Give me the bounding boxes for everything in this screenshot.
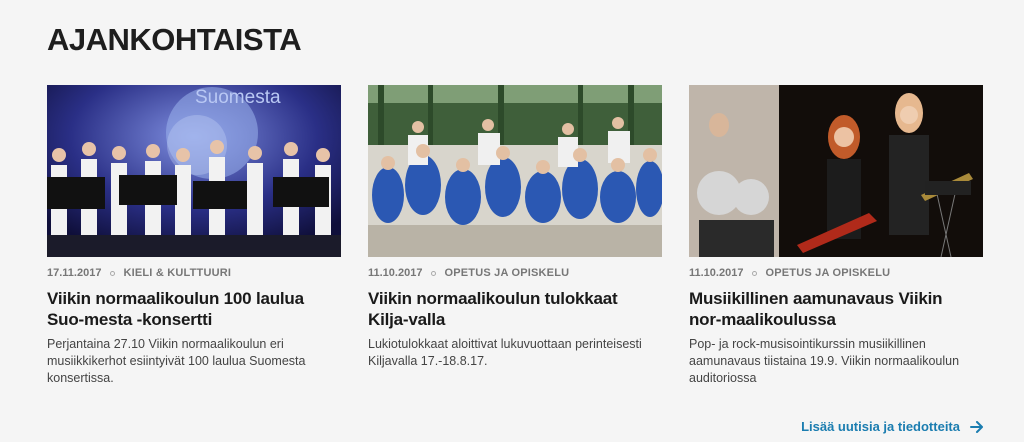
section-title: AJANKOHTAISTA bbox=[47, 22, 302, 57]
news-image-concert[interactable]: Suomesta bbox=[47, 85, 341, 257]
news-card: 11.10.2017 OPETUS JA OPISKELU Viikin nor… bbox=[368, 85, 662, 370]
separator-dot-icon bbox=[431, 270, 437, 276]
separator-dot-icon bbox=[752, 270, 758, 276]
news-image-group[interactable] bbox=[368, 85, 662, 257]
article-date: 11.10.2017 bbox=[689, 267, 744, 279]
article-category[interactable]: OPETUS JA OPISKELU bbox=[444, 267, 569, 279]
more-news-label: Lisää uutisia ja tiedotteita bbox=[801, 419, 960, 434]
article-category[interactable]: KIELI & KULTTUURI bbox=[123, 267, 231, 279]
article-title[interactable]: Musiikillinen aamunavaus Viikin nor-maal… bbox=[689, 288, 977, 330]
article-date: 11.10.2017 bbox=[368, 267, 423, 279]
news-card: Suomesta 17.11.2017 KIELI & KULTTUURI Vi… bbox=[47, 85, 341, 387]
arrow-right-icon bbox=[970, 420, 984, 433]
article-excerpt: Pop- ja rock-musisointikurssin musiikill… bbox=[689, 337, 960, 385]
separator-dot-icon bbox=[110, 270, 116, 276]
article-meta: 11.10.2017 OPETUS JA OPISKELU bbox=[689, 266, 983, 280]
article-meta: 17.11.2017 KIELI & KULTTUURI bbox=[47, 266, 341, 280]
stage-banner-text: Suomesta bbox=[195, 87, 281, 108]
article-category[interactable]: OPETUS JA OPISKELU bbox=[765, 267, 890, 279]
article-meta: 11.10.2017 OPETUS JA OPISKELU bbox=[368, 266, 662, 280]
more-news-link[interactable]: Lisää uutisia ja tiedotteita bbox=[801, 419, 984, 434]
article-title[interactable]: Viikin normaalikoulun tulokkaat Kilja-va… bbox=[368, 288, 656, 330]
news-image-band[interactable] bbox=[689, 85, 983, 257]
article-date: 17.11.2017 bbox=[47, 267, 102, 279]
article-excerpt: Perjantaina 27.10 Viikin normaalikoulun … bbox=[47, 337, 306, 385]
article-title[interactable]: Viikin normaalikoulun 100 laulua Suo-mes… bbox=[47, 288, 335, 330]
article-excerpt: Lukiotulokkaat aloittivat lukuvuottaan p… bbox=[368, 337, 642, 368]
news-card: 11.10.2017 OPETUS JA OPISKELU Musiikilli… bbox=[689, 85, 983, 387]
